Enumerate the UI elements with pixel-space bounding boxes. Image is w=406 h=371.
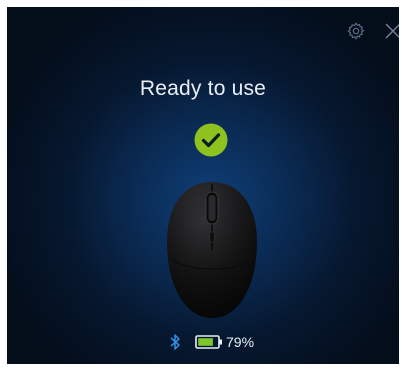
device-status-bar: 79%	[7, 333, 399, 353]
wireless-mouse-image	[167, 182, 257, 318]
checkmark-circle-icon	[194, 123, 228, 157]
gear-icon[interactable]	[346, 21, 366, 41]
bluetooth-icon	[170, 334, 180, 350]
battery-percentage: 79%	[226, 334, 255, 350]
mouse-status-dialog: Ready to use 79%	[7, 7, 399, 364]
close-icon[interactable]	[383, 21, 399, 41]
battery-level-fill	[198, 338, 213, 346]
battery-icon	[195, 335, 222, 349]
status-title: Ready to use	[139, 77, 267, 100]
